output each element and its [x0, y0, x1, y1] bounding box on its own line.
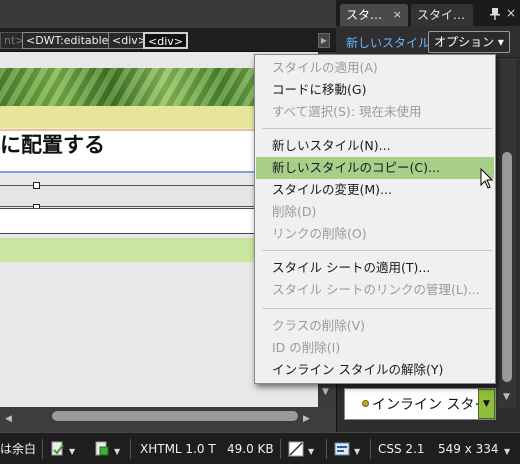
validation-icon[interactable]	[50, 441, 66, 457]
menu-item-remove-class[interactable]: クラスの削除(V)	[272, 316, 365, 336]
visual-aids-icon[interactable]	[288, 441, 304, 457]
resize-handle-icon[interactable]	[33, 182, 40, 189]
tab-apply-styles[interactable]: スタイ…	[411, 4, 473, 26]
tag-selector-bar: nt> <DWT:editable> <div> <div> ▶	[0, 28, 336, 52]
status-separator	[130, 439, 131, 459]
tab-label: スタ…	[346, 8, 383, 22]
menu-item-manage-stylesheet-links[interactable]: スタイル シートのリンクの管理(L)...	[272, 280, 480, 300]
tab-label: スタイ…	[417, 8, 466, 22]
menu-item-new-style[interactable]: 新しいスタイル(N)...	[272, 136, 391, 156]
status-separator	[326, 439, 327, 459]
tab-manage-styles[interactable]: スタ… ×	[340, 4, 408, 26]
tag-bar-scroll-right-icon[interactable]: ▶	[318, 33, 330, 48]
status-separator	[370, 439, 371, 459]
inline-style-dropdown-button[interactable]: ▼	[478, 389, 495, 419]
page-heading: に配置する	[0, 133, 105, 157]
chevron-down-icon[interactable]: ▼	[308, 444, 314, 460]
scroll-right-icon[interactable]: ▶	[303, 414, 310, 424]
status-separator	[280, 439, 281, 459]
file-size-label: 49.0 KB	[227, 442, 274, 456]
menu-item-new-style-copy[interactable]: 新しいスタイルのコピー(C)...	[272, 158, 440, 178]
chevron-down-icon[interactable]: ▼	[114, 444, 120, 460]
menu-item-apply-style[interactable]: スタイルの適用(A)	[272, 58, 378, 78]
chevron-down-icon[interactable]: ▼	[504, 444, 510, 460]
chevron-down-icon[interactable]: ▼	[354, 444, 360, 460]
tag-item-div-selected[interactable]: <div>	[143, 32, 188, 49]
close-panel-icon[interactable]: ×	[506, 6, 516, 20]
style-app-icon[interactable]	[334, 441, 350, 457]
pin-icon[interactable]	[490, 8, 500, 23]
css-version-label[interactable]: CSS 2.1	[378, 441, 425, 457]
menu-separator	[262, 308, 492, 309]
tag-item-dwt-editable[interactable]: <DWT:editable>	[22, 32, 122, 49]
status-bar: は余白 ▼ ▼ XHTML 1.0 T 49.0 KB ▼ ▼ CSS 2.1 …	[0, 432, 520, 464]
menu-item-attach-stylesheet[interactable]: スタイル シートの適用(T)...	[272, 258, 430, 278]
scroll-left-icon[interactable]: ◀	[5, 414, 12, 424]
menu-item-remove-inline-style[interactable]: インライン スタイルの解除(Y)	[272, 360, 443, 380]
scroll-down-icon[interactable]: ▼	[503, 392, 510, 402]
menu-item-delete[interactable]: 削除(D)	[272, 202, 316, 222]
menu-item-go-to-code[interactable]: コードに移動(G)	[272, 80, 366, 100]
inline-style-dot-icon	[362, 400, 369, 407]
menu-separator	[262, 128, 492, 129]
editor-horizontal-scroll-thumb[interactable]	[52, 411, 298, 421]
panel-scroll-thumb[interactable]	[502, 152, 512, 382]
mouse-pointer-icon	[480, 168, 494, 189]
options-button[interactable]: オプション ▾	[428, 31, 510, 53]
menu-item-modify-style[interactable]: スタイルの変更(M)...	[272, 180, 392, 200]
menu-item-remove-id[interactable]: ID の削除(I)	[272, 338, 340, 358]
menu-item-select-all[interactable]: すべて選択(S): 現在未使用	[272, 102, 422, 122]
doctype-label[interactable]: XHTML 1.0 T	[140, 441, 216, 457]
scroll-down-icon[interactable]: ▼	[322, 387, 329, 397]
page-dimensions-label[interactable]: 549 x 334	[438, 441, 499, 457]
menu-separator	[262, 250, 492, 251]
app-window: nt> <DWT:editable> <div> <div> ▶ に配置する ◀…	[0, 0, 520, 464]
menu-item-remove-link[interactable]: リンクの削除(O)	[272, 224, 367, 244]
inline-style-label: インライン スタイ	[372, 397, 489, 413]
close-icon[interactable]: ×	[393, 4, 402, 26]
accessibility-icon[interactable]	[94, 441, 110, 457]
status-text: は余白	[0, 442, 37, 456]
chevron-down-icon[interactable]: ▼	[69, 444, 75, 460]
status-separator	[42, 439, 43, 459]
